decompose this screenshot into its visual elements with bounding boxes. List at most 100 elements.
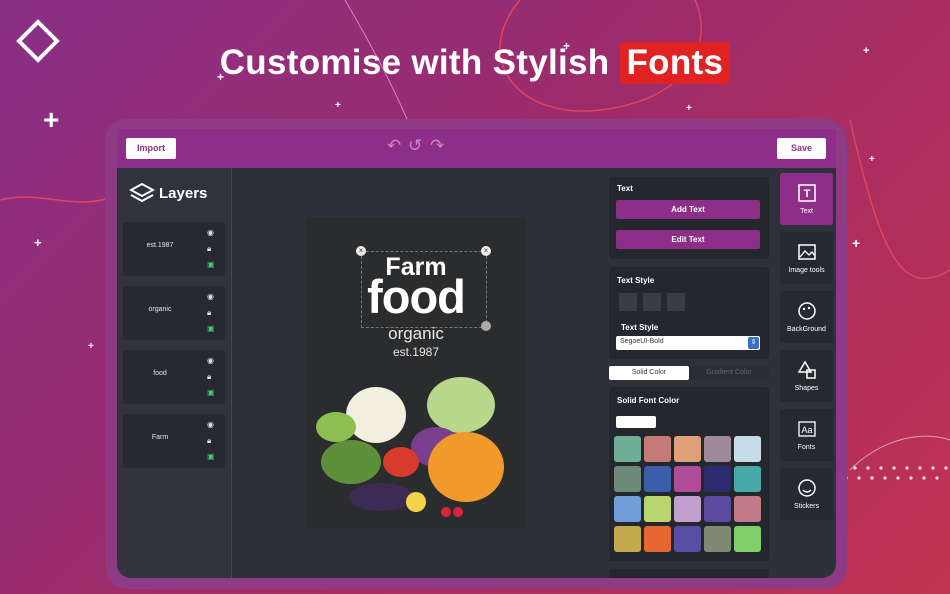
tab-solid-color[interactable]: Solid Color (609, 366, 689, 380)
color-swatch[interactable] (614, 436, 641, 462)
tool-image[interactable]: Image tools (780, 232, 833, 284)
color-swatch[interactable] (614, 526, 641, 552)
canvas-text-est[interactable]: est.1987 (306, 345, 526, 359)
background-icon (798, 302, 816, 320)
lock-icon[interactable]: 🔒︎ (207, 437, 211, 445)
plus-decoration-icon: + (34, 235, 42, 250)
font-select[interactable]: SegoeUI-Bold ⇕ (616, 336, 760, 350)
layer-item[interactable]: organic ◉ 🔒︎ ▣ (123, 286, 225, 340)
layer-item[interactable]: est.1987 ◉ 🔒︎ ▣ (123, 222, 225, 276)
color-swatch[interactable] (704, 526, 731, 552)
eye-icon[interactable]: ◉ (207, 229, 214, 237)
stickers-icon (798, 479, 816, 497)
color-swatch[interactable] (704, 496, 731, 522)
tool-label: Image tools (788, 267, 825, 274)
trash-icon[interactable]: ▣ (207, 453, 215, 461)
color-swatch[interactable] (644, 496, 671, 522)
trash-icon[interactable]: ▣ (207, 389, 215, 397)
tool-fonts[interactable]: Aa Fonts (780, 409, 833, 461)
layer-label: food (153, 370, 167, 377)
plus-decoration-icon: + (88, 341, 94, 352)
headline: Customise with Stylish Fonts (0, 42, 950, 84)
align-center-icon[interactable] (643, 293, 661, 311)
tool-text[interactable]: T Text (780, 173, 833, 225)
font-select-label: Text Style (621, 323, 659, 332)
layer-item[interactable]: food ◉ 🔒︎ ▣ (123, 350, 225, 404)
tool-stickers[interactable]: Stickers (780, 468, 833, 520)
color-swatch[interactable] (734, 466, 761, 492)
select-arrow-icon: ⇕ (748, 337, 759, 349)
tool-label: BackGround (787, 326, 826, 333)
headline-highlight: Fonts (619, 42, 731, 84)
undo-icon[interactable]: ↶ (387, 137, 401, 154)
text-panel-title: Text (617, 184, 633, 193)
plus-decoration-icon: + (335, 100, 341, 111)
layers-title: Layers (159, 185, 208, 202)
tool-label: Text (800, 208, 813, 215)
tool-label: Shapes (794, 385, 819, 392)
color-swatch[interactable] (704, 466, 731, 492)
lock-icon[interactable]: 🔒︎ (207, 309, 211, 317)
svg-text:T: T (804, 188, 811, 200)
tool-shapes[interactable]: Shapes (780, 350, 833, 402)
color-swatch[interactable] (734, 496, 761, 522)
layers-icon (129, 182, 155, 203)
add-text-button[interactable]: Add Text (616, 200, 760, 219)
design-canvas[interactable]: × × Farm food organic est.1987 (306, 217, 526, 528)
font-select-value: SegoeUI-Bold (620, 338, 664, 345)
font-color-title: Solid Font Color (617, 396, 680, 405)
svg-text:Aa: Aa (801, 425, 812, 435)
color-swatch[interactable] (614, 496, 641, 522)
layer-label: organic (148, 306, 172, 313)
plus-decoration-icon: + (852, 235, 861, 251)
save-button[interactable]: Save (777, 138, 826, 159)
import-button[interactable]: Import (126, 138, 176, 159)
current-color-preview[interactable] (616, 416, 656, 428)
edit-text-button[interactable]: Edit Text (616, 230, 760, 249)
canvas-text-organic[interactable]: organic (306, 324, 526, 344)
align-options[interactable] (619, 293, 685, 313)
layer-label: est.1987 (146, 242, 174, 249)
canvas-text-food[interactable]: food (306, 269, 526, 324)
lock-icon[interactable]: 🔒︎ (207, 373, 211, 381)
color-swatch[interactable] (644, 466, 671, 492)
eye-icon[interactable]: ◉ (207, 293, 214, 301)
color-swatch[interactable] (674, 466, 701, 492)
layer-label: Farm (151, 434, 169, 441)
fonts-icon: Aa (798, 421, 816, 437)
color-swatch[interactable] (674, 496, 701, 522)
plus-decoration-icon: + (686, 103, 692, 114)
color-swatch[interactable] (734, 526, 761, 552)
color-swatch[interactable] (734, 436, 761, 462)
color-swatch[interactable] (674, 526, 701, 552)
color-swatch[interactable] (674, 436, 701, 462)
color-swatch[interactable] (614, 466, 641, 492)
plus-decoration-icon: + (43, 104, 60, 135)
color-swatch[interactable] (644, 436, 671, 462)
headline-text: Customise with Stylish (219, 43, 610, 82)
vegetables-illustration (316, 377, 504, 517)
color-swatch[interactable] (644, 526, 671, 552)
text-tool-icon: T (798, 184, 816, 202)
trash-icon[interactable]: ▣ (207, 261, 215, 269)
align-left-icon[interactable] (619, 293, 637, 311)
image-icon (798, 244, 816, 260)
layer-item[interactable]: Farm ◉ 🔒︎ ▣ (123, 414, 225, 468)
eye-icon[interactable]: ◉ (207, 357, 214, 365)
eye-icon[interactable]: ◉ (207, 421, 214, 429)
redo-icon[interactable]: ↷ (430, 137, 444, 154)
reset-icon[interactable]: ↺ (408, 137, 422, 154)
panel-bottom-edge (609, 569, 769, 578)
tool-label: Fonts (797, 444, 816, 451)
trash-icon[interactable]: ▣ (207, 325, 215, 333)
tool-label: Stickers (794, 503, 819, 510)
tool-background[interactable]: BackGround (780, 291, 833, 343)
font-color-panel: Solid Font Color (609, 387, 769, 561)
text-panel: Text Add Text Edit Text (609, 177, 769, 259)
lock-icon[interactable]: 🔒︎ (207, 245, 211, 253)
align-right-icon[interactable] (667, 293, 685, 311)
color-swatch[interactable] (704, 436, 731, 462)
layers-panel: Layers est.1987 ◉ 🔒︎ ▣ organic ◉ 🔒︎ ▣ fo… (117, 168, 232, 578)
tab-gradient-color[interactable]: Gradient Color (689, 366, 769, 380)
text-style-panel: Text Style Text Style SegoeUI-Bold ⇕ (609, 267, 769, 359)
